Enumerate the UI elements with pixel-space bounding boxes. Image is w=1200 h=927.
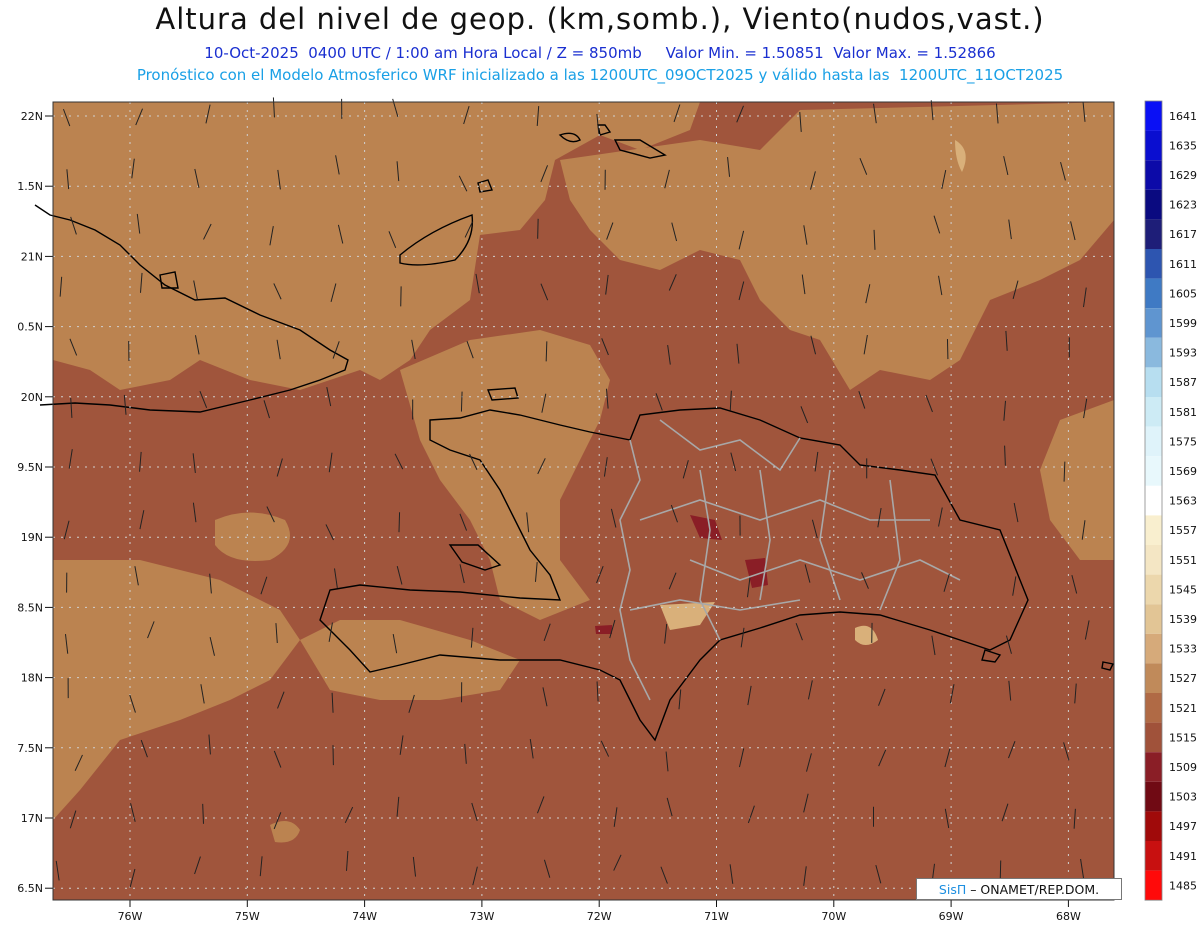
colorbar-swatch bbox=[1145, 811, 1162, 841]
colorbar-label: 1587 bbox=[1169, 376, 1197, 389]
colorbar-swatch bbox=[1145, 337, 1162, 368]
lat-label: 21N bbox=[21, 250, 43, 263]
colorbar-label: 1533 bbox=[1169, 643, 1197, 656]
colorbar-swatch bbox=[1145, 367, 1162, 397]
lon-label: 70W bbox=[821, 910, 846, 923]
colorbar-label: 1539 bbox=[1169, 613, 1197, 626]
colorbar-label: 1509 bbox=[1169, 761, 1197, 774]
colorbar-swatch bbox=[1145, 130, 1162, 161]
colorbar-label: 1515 bbox=[1169, 731, 1197, 744]
lat-label: 0.5N bbox=[17, 321, 43, 334]
colorbar-label: 1551 bbox=[1169, 554, 1197, 567]
colorbar-swatch bbox=[1145, 752, 1162, 782]
colorbar-swatch bbox=[1145, 870, 1162, 901]
colorbar-label: 1623 bbox=[1169, 199, 1197, 212]
colorbar-swatch bbox=[1145, 545, 1162, 575]
lon-label: 69W bbox=[939, 910, 964, 923]
colorbar: 1641 1635 1629 1623 1617 1611 1605 1599 1593 1587… bbox=[1144, 100, 1197, 901]
colorbar-label: 1569 bbox=[1169, 465, 1197, 478]
colorbar-label: 1521 bbox=[1169, 702, 1197, 715]
lat-label: 19N bbox=[21, 531, 43, 544]
lat-label: 8.5N bbox=[17, 601, 43, 614]
colorbar-label: 1617 bbox=[1169, 228, 1197, 241]
colorbar-label: 1629 bbox=[1169, 169, 1197, 182]
wind-barb bbox=[545, 341, 548, 362]
lat-label: 9.5N bbox=[17, 461, 43, 474]
colorbar-label: 1485 bbox=[1169, 879, 1197, 892]
colorbar-swatch bbox=[1145, 485, 1162, 516]
colorbar-swatch bbox=[1145, 101, 1162, 131]
colorbar-swatch bbox=[1145, 574, 1162, 605]
colorbar-swatch bbox=[1145, 515, 1162, 545]
colorbar-label: 1557 bbox=[1169, 524, 1197, 537]
colorbar-swatch bbox=[1145, 397, 1162, 427]
lat-label: 18N bbox=[21, 672, 43, 685]
lat-label: 6.5N bbox=[17, 882, 43, 895]
colorbar-swatch bbox=[1145, 663, 1162, 693]
colorbar-label: 1491 bbox=[1169, 850, 1197, 863]
colorbar-swatch bbox=[1145, 604, 1162, 634]
credit-brand: SisΠ bbox=[938, 882, 967, 897]
wind-barb bbox=[398, 512, 401, 533]
colorbar-swatch bbox=[1145, 219, 1162, 249]
colorbar-swatch bbox=[1145, 308, 1162, 338]
lon-label: 68W bbox=[1056, 910, 1081, 923]
colorbar-label: 1605 bbox=[1169, 287, 1197, 300]
lon-label: 73W bbox=[469, 910, 494, 923]
geopotential-map: 22N 1.5N 21N 0.5N 20N 9.5N 19N 8.5N 18N 7.5N 17N 6.… bbox=[17, 97, 1197, 923]
lat-label: 1.5N bbox=[17, 180, 43, 193]
colorbar-swatch bbox=[1145, 841, 1162, 871]
colorbar-swatch bbox=[1145, 456, 1162, 486]
colorbar-label: 1545 bbox=[1169, 583, 1197, 596]
colorbar-label: 1497 bbox=[1169, 820, 1197, 833]
colorbar-label: 1599 bbox=[1169, 317, 1197, 330]
colorbar-swatch bbox=[1145, 278, 1162, 309]
lon-label: 74W bbox=[352, 910, 377, 923]
colorbar-swatch bbox=[1145, 722, 1162, 753]
colorbar-label: 1593 bbox=[1169, 347, 1197, 360]
colorbar-label: 1527 bbox=[1169, 672, 1197, 685]
colorbar-label: 1581 bbox=[1169, 406, 1197, 419]
colorbar-label: 1575 bbox=[1169, 435, 1197, 448]
colorbar-label: 1641 bbox=[1169, 110, 1197, 123]
colorbar-swatch bbox=[1145, 249, 1162, 279]
colorbar-label: 1563 bbox=[1169, 495, 1197, 508]
latitude-labels: 22N 1.5N 21N 0.5N 20N 9.5N 19N 8.5N 18N 7.5N 17N 6.… bbox=[17, 110, 53, 895]
colorbar-swatch bbox=[1145, 693, 1162, 723]
colorbar-swatch bbox=[1145, 781, 1162, 812]
colorbar-swatch bbox=[1145, 633, 1162, 664]
lon-label: 72W bbox=[587, 910, 612, 923]
lat-label: 17N bbox=[21, 812, 43, 825]
lat-label: 7.5N bbox=[17, 742, 43, 755]
credit-box: SisΠ – ONAMET/REP.DOM. bbox=[916, 878, 1122, 900]
lon-label: 76W bbox=[118, 910, 143, 923]
colorbar-label: 1611 bbox=[1169, 258, 1197, 271]
colorbar-label: 1503 bbox=[1169, 791, 1197, 804]
wind-barb bbox=[460, 391, 463, 412]
lon-label: 75W bbox=[235, 910, 260, 923]
colorbar-label: 1635 bbox=[1169, 139, 1197, 152]
credit-org: – ONAMET/REP.DOM. bbox=[966, 882, 1100, 897]
longitude-labels: 76W 75W 74W 73W 72W 71W 70W 69W 68W bbox=[118, 900, 1081, 923]
lat-label: 20N bbox=[21, 391, 43, 404]
lon-label: 71W bbox=[704, 910, 729, 923]
colorbar-swatch bbox=[1145, 160, 1162, 190]
colorbar-swatch bbox=[1145, 426, 1162, 457]
lat-label: 22N bbox=[21, 110, 43, 123]
colorbar-swatch bbox=[1145, 189, 1162, 220]
